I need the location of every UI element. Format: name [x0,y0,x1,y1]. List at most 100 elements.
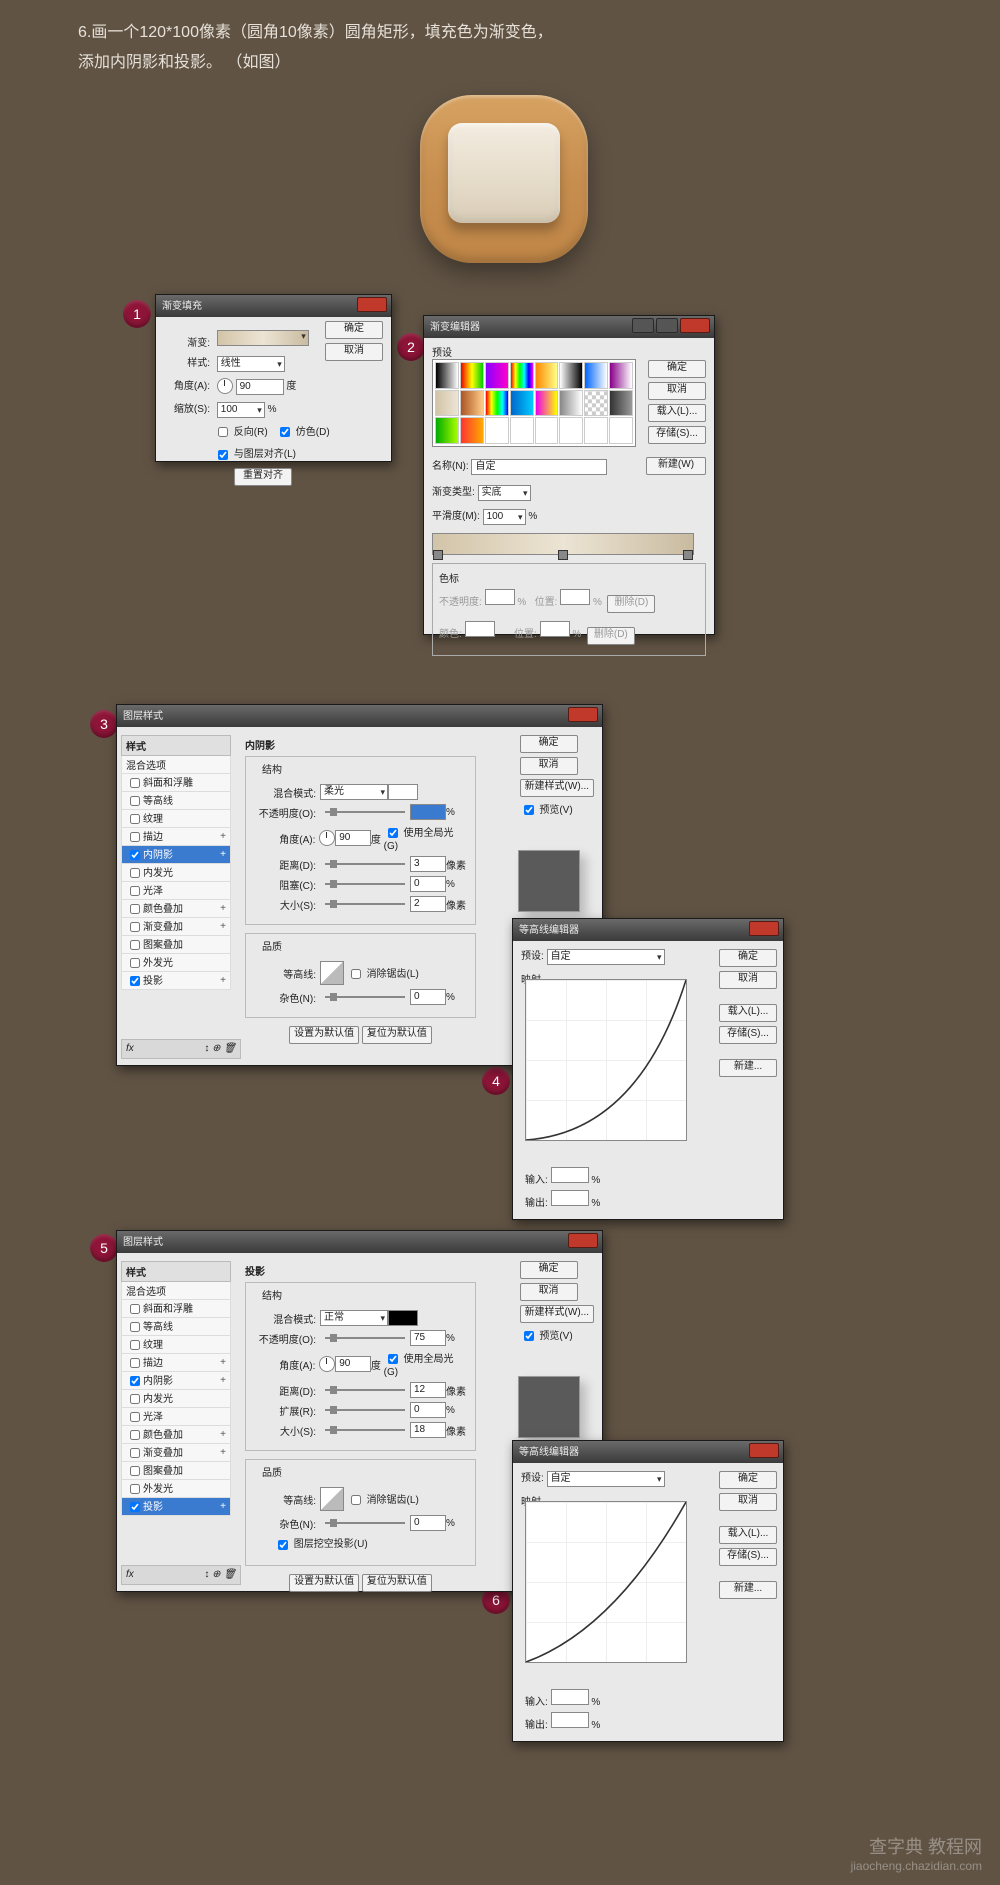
style-satin[interactable]: 光泽 [121,1408,231,1426]
gradient-bar[interactable] [432,533,694,555]
contour-curve[interactable] [525,979,687,1141]
knockout-checkbox[interactable]: 图层挖空投影(U) [274,1535,368,1552]
style-bevel[interactable]: 斜面和浮雕 [121,774,231,792]
cancel-button[interactable]: 取消 [325,343,383,361]
blend-mode-select[interactable]: 柔光 [320,784,388,800]
load-button[interactable]: 载入(L)... [719,1004,777,1022]
size-slider[interactable] [325,1429,405,1431]
preview-checkbox[interactable]: 预览(V) [520,1331,573,1342]
global-light-checkbox[interactable]: 使用全局光(G) [384,824,467,852]
titlebar[interactable]: 图层样式 [117,705,602,727]
cancel-button[interactable]: 取消 [719,1493,777,1511]
distance-input[interactable]: 12 [410,1382,446,1398]
new-button[interactable]: 新建... [719,1059,777,1077]
titlebar[interactable]: 等高线编辑器 [513,1441,783,1463]
input-field[interactable] [551,1689,589,1705]
gradient-presets-grid[interactable] [432,359,636,447]
load-button[interactable]: 载入(L)... [719,1526,777,1544]
close-icon[interactable] [749,921,779,936]
reset-default-button[interactable]: 复位为默认值 [362,1574,432,1592]
distance-input[interactable]: 3 [410,856,446,872]
close-icon[interactable] [680,318,710,333]
style-select[interactable]: 线性 [217,356,285,372]
style-blending-options[interactable]: 混合选项 [121,756,231,774]
blend-mode-select[interactable]: 正常 [320,1310,388,1326]
style-texture[interactable]: 纹理 [121,1336,231,1354]
close-icon[interactable] [749,1443,779,1458]
styles-header[interactable]: 样式 [121,1261,231,1282]
input-field[interactable] [551,1167,589,1183]
opacity-input[interactable]: 75 [410,1330,446,1346]
new-style-button[interactable]: 新建样式(W)... [520,779,594,797]
opacity-slider[interactable] [325,1337,405,1339]
style-drop-shadow[interactable]: 投影+ [121,972,231,990]
style-blending-options[interactable]: 混合选项 [121,1282,231,1300]
angle-dial[interactable] [319,1356,335,1372]
size-input[interactable]: 2 [410,896,446,912]
styles-header[interactable]: 样式 [121,735,231,756]
noise-input[interactable]: 0 [410,989,446,1005]
load-button[interactable]: 载入(L)... [648,404,706,422]
choke-slider[interactable] [325,883,405,885]
color-swatch[interactable] [388,784,418,800]
style-pattern-overlay[interactable]: 图案叠加 [121,1462,231,1480]
cancel-button[interactable]: 取消 [719,971,777,989]
style-color-overlay[interactable]: 颜色叠加+ [121,1426,231,1444]
style-outer-glow[interactable]: 外发光 [121,954,231,972]
ok-button[interactable]: 确定 [325,321,383,339]
cancel-button[interactable]: 取消 [520,757,578,775]
opacity-input[interactable] [410,804,446,820]
spread-slider[interactable] [325,1409,405,1411]
angle-dial[interactable] [217,378,233,394]
anti-alias-checkbox[interactable]: 消除锯齿(L) [347,1491,419,1508]
style-stroke[interactable]: 描边+ [121,828,231,846]
color-swatch[interactable] [388,1310,418,1326]
opacity-slider[interactable] [325,811,405,813]
style-texture[interactable]: 纹理 [121,810,231,828]
reset-align-button[interactable]: 重置对齐 [234,468,292,486]
fx-footer[interactable]: fx↕ ⊕ 🗑 [121,1039,241,1059]
size-input[interactable]: 18 [410,1422,446,1438]
close-icon[interactable] [568,1233,598,1248]
style-pattern-overlay[interactable]: 图案叠加 [121,936,231,954]
reset-default-button[interactable]: 复位为默认值 [362,1026,432,1044]
fx-footer[interactable]: fx↕ ⊕ 🗑 [121,1565,241,1585]
ok-button[interactable]: 确定 [520,1261,578,1279]
titlebar[interactable]: 等高线编辑器 [513,919,783,941]
style-inner-glow[interactable]: 内发光 [121,864,231,882]
size-slider[interactable] [325,903,405,905]
style-inner-glow[interactable]: 内发光 [121,1390,231,1408]
style-contour[interactable]: 等高线 [121,792,231,810]
style-satin[interactable]: 光泽 [121,882,231,900]
anti-alias-checkbox[interactable]: 消除锯齿(L) [347,965,419,982]
save-button[interactable]: 存储(S)... [648,426,706,444]
choke-input[interactable]: 0 [410,876,446,892]
gradient-type-select[interactable]: 实底 [478,485,531,501]
contour-curve[interactable] [525,1501,687,1663]
maximize-icon[interactable] [656,318,678,333]
angle-input[interactable]: 90 [335,830,371,846]
contour-picker[interactable] [320,1487,344,1511]
style-outer-glow[interactable]: 外发光 [121,1480,231,1498]
smoothness-input[interactable]: 100 [483,509,526,525]
angle-dial[interactable] [319,830,335,846]
style-contour[interactable]: 等高线 [121,1318,231,1336]
style-inner-shadow[interactable]: 内阴影+ [121,846,231,864]
titlebar[interactable]: 渐变编辑器 [424,316,714,338]
ok-button[interactable]: 确定 [719,949,777,967]
titlebar[interactable]: 图层样式 [117,1231,602,1253]
dither-checkbox[interactable]: 仿色(D) [276,427,330,438]
global-light-checkbox[interactable]: 使用全局光(G) [384,1350,467,1378]
make-default-button[interactable]: 设置为默认值 [289,1574,359,1592]
cancel-button[interactable]: 取消 [648,382,706,400]
make-default-button[interactable]: 设置为默认值 [289,1026,359,1044]
minimize-icon[interactable] [632,318,654,333]
save-button[interactable]: 存储(S)... [719,1548,777,1566]
save-button[interactable]: 存储(S)... [719,1026,777,1044]
cancel-button[interactable]: 取消 [520,1283,578,1301]
preset-select[interactable]: 自定 [547,949,665,965]
close-icon[interactable] [568,707,598,722]
name-input[interactable]: 自定 [471,459,607,475]
preview-checkbox[interactable]: 预览(V) [520,805,573,816]
style-gradient-overlay[interactable]: 渐变叠加+ [121,1444,231,1462]
